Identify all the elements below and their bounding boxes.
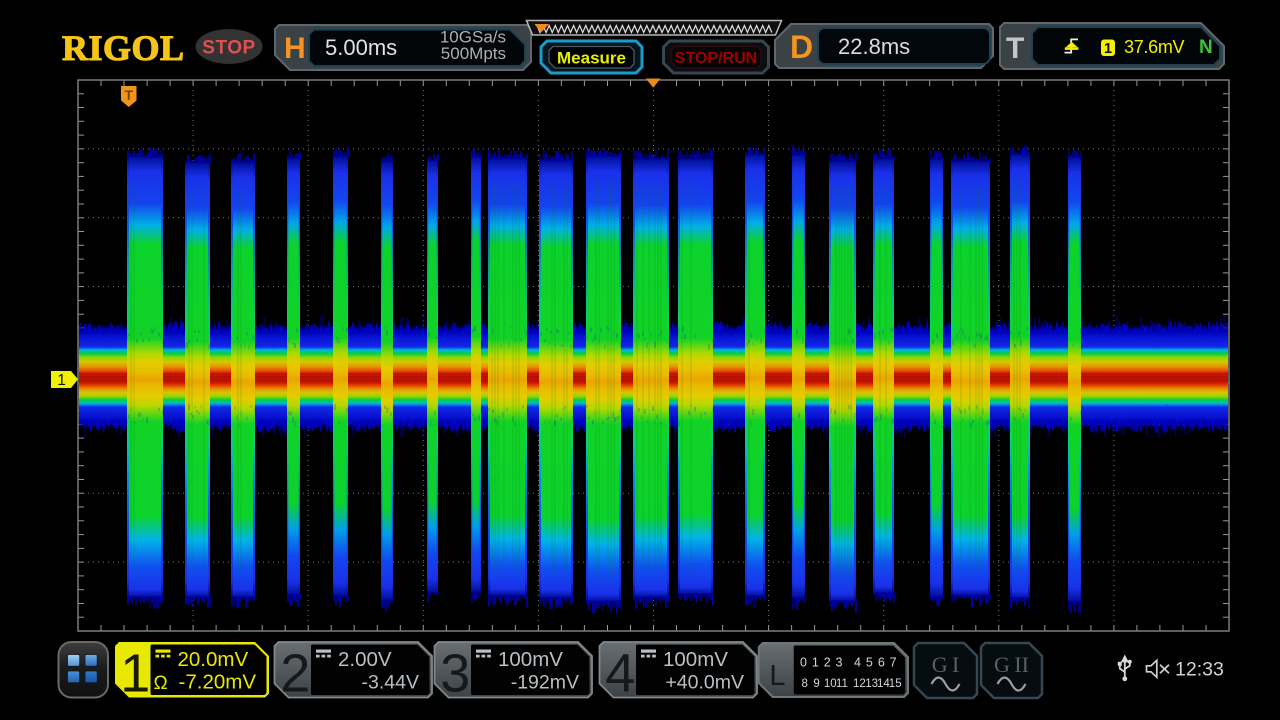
- svg-text:L: L: [769, 660, 785, 692]
- svg-text:Measure: Measure: [557, 49, 626, 68]
- svg-text:+40.0mV: +40.0mV: [665, 672, 744, 694]
- svg-text:G II: G II: [994, 652, 1029, 677]
- svg-text:G I: G I: [932, 652, 960, 677]
- svg-text:-3.44V: -3.44V: [362, 672, 419, 694]
- svg-text:D: D: [790, 29, 813, 65]
- svg-text:20.0mV: 20.0mV: [178, 648, 249, 671]
- svg-text:100mV: 100mV: [663, 648, 728, 671]
- svg-text:5.00ms: 5.00ms: [325, 35, 397, 60]
- svg-text:Ω: Ω: [154, 673, 168, 694]
- svg-text:T: T: [1006, 32, 1024, 65]
- svg-text:2: 2: [280, 644, 310, 704]
- svg-text:12:33: 12:33: [1175, 659, 1224, 681]
- svg-text:22.8ms: 22.8ms: [838, 34, 910, 59]
- svg-text:-7.20mV: -7.20mV: [179, 671, 257, 694]
- svg-text:100mV: 100mV: [498, 648, 563, 671]
- svg-text:H: H: [284, 32, 306, 65]
- svg-text:STOP: STOP: [202, 38, 255, 59]
- svg-text:37.6mV: 37.6mV: [1124, 37, 1185, 57]
- svg-text:STOP/RUN: STOP/RUN: [675, 50, 757, 67]
- svg-text:4: 4: [605, 644, 635, 704]
- svg-text:2.00V: 2.00V: [338, 648, 392, 671]
- svg-text:1: 1: [1104, 41, 1112, 57]
- svg-text:-192mV: -192mV: [511, 672, 579, 694]
- svg-text:3: 3: [440, 644, 470, 704]
- svg-text:1: 1: [120, 644, 150, 704]
- svg-text:N: N: [1199, 37, 1213, 58]
- svg-text:1: 1: [57, 372, 66, 389]
- svg-text:500Mpts: 500Mpts: [441, 44, 506, 63]
- svg-text:RIGOL: RIGOL: [62, 28, 185, 68]
- svg-text:T: T: [124, 87, 133, 103]
